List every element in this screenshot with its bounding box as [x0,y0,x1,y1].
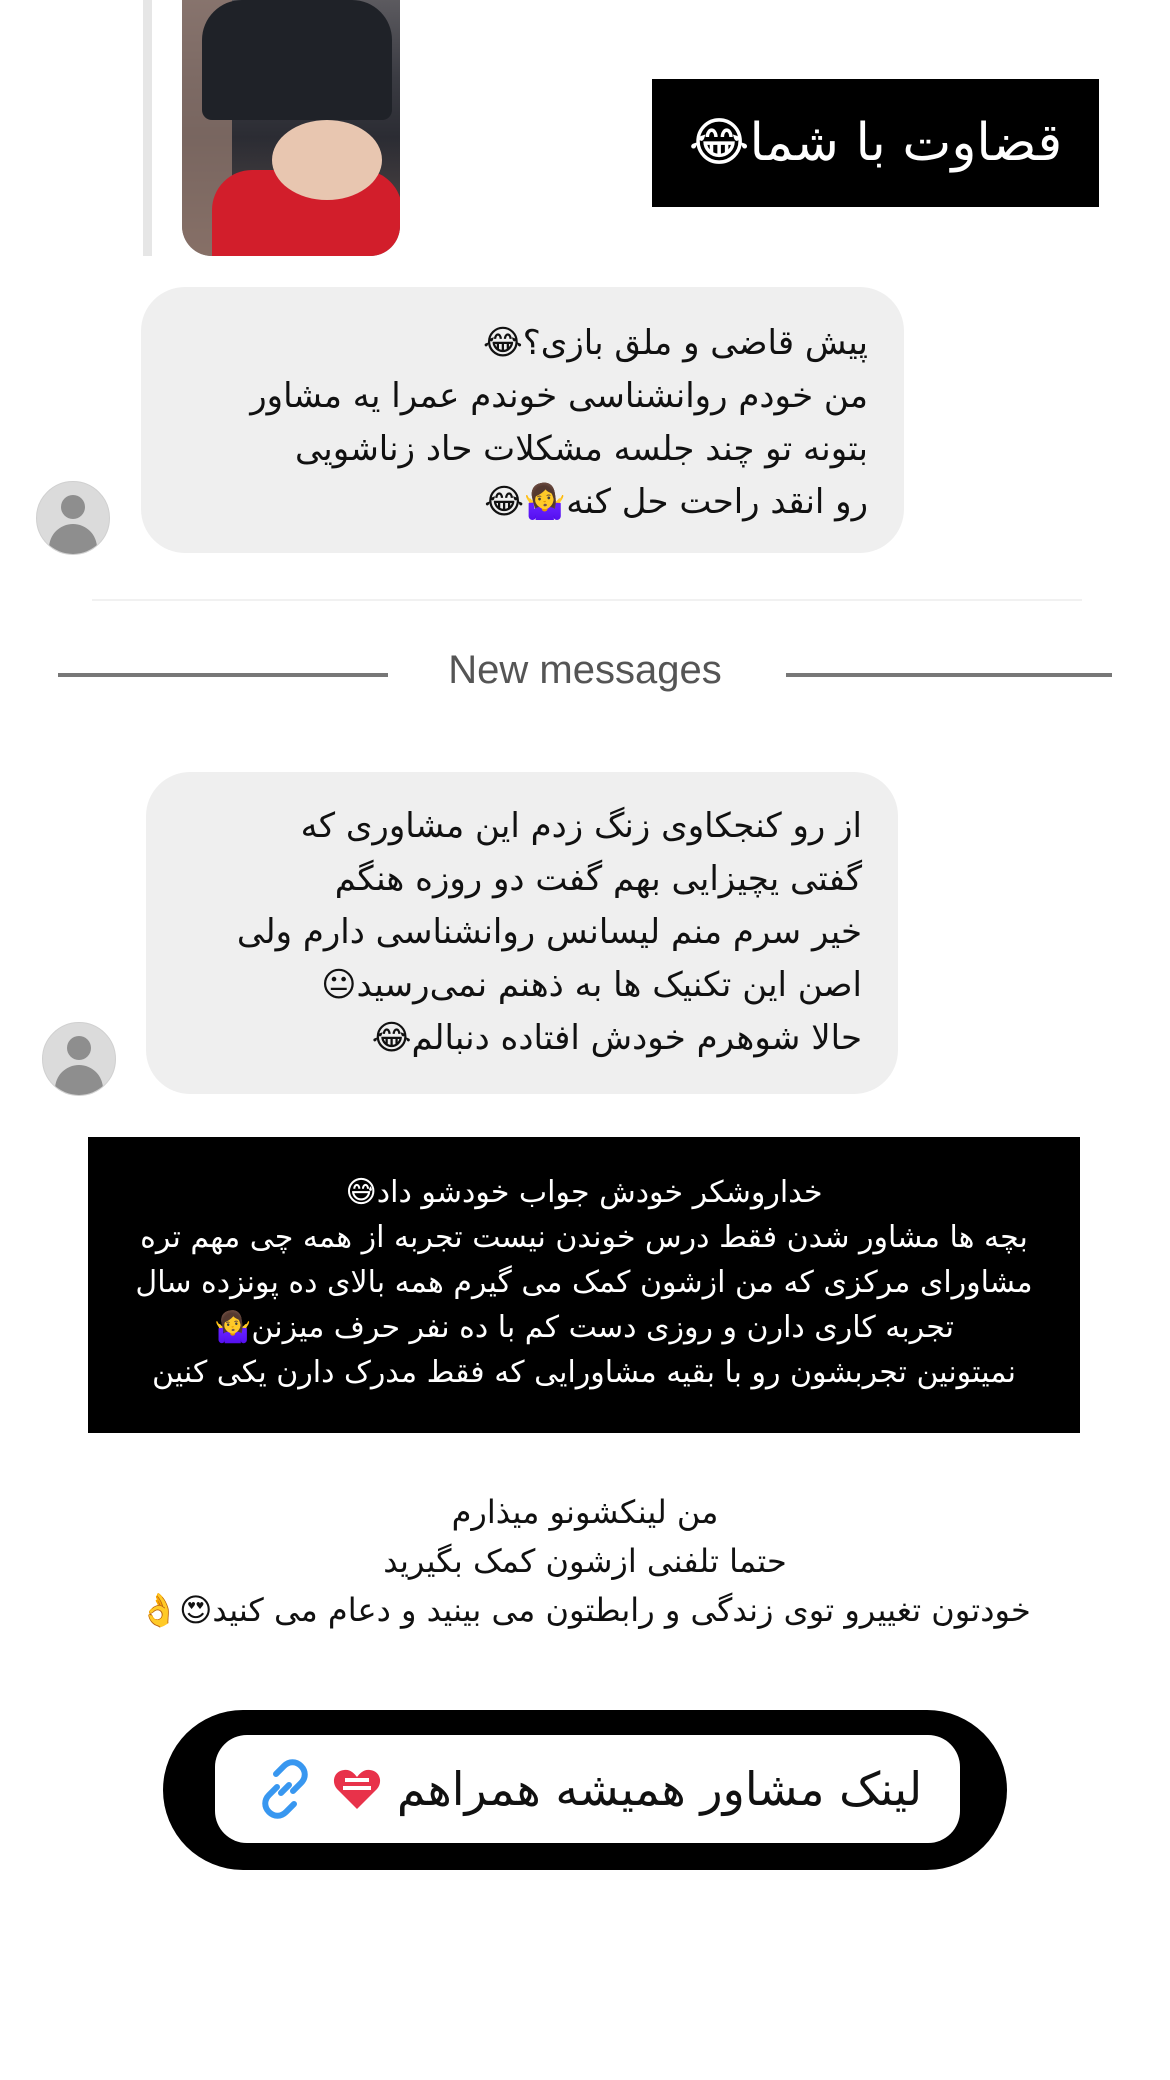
message-1-line: پیش قاضی و ملق بازی؟😂 [483,323,868,363]
sender-avatar[interactable] [42,1022,116,1096]
new-messages-line-right [786,673,1112,677]
heart-icon [333,1769,380,1809]
avatar-head-icon [61,495,85,519]
message-1-line: من خودم روانشناسی خوندم عمرا یه مشاور [250,376,868,416]
caption-line: من لینکشونو میذارم [451,1493,719,1531]
overlay-top-text: قضاوت با شما😂 [688,113,1063,173]
reply-quote-bar [143,0,152,256]
caption-line: حتما تلفنی ازشون کمک بگیرید [383,1542,787,1580]
overlay-middle-line: بچه ها مشاور شدن فقط درس خوندن نیست تجرب… [140,1220,1028,1255]
message-bubble-1[interactable]: پیش قاضی و ملق بازی؟😂 من خودم روانشناسی … [141,287,904,553]
caption-line: خودتون تغییرو توی زندگی و رابطتون می بین… [139,1591,1031,1629]
message-2-line: گفتی یچیزایی بهم گفت دو روزه هنگم [334,859,862,899]
overlay-middle-line: مشاورای مرکزی که من ازشون کمک می گیرم هم… [135,1265,1033,1300]
link-sticker-label: لینک مشاور همیشه همراهم [396,1762,923,1816]
message-2-line: اصن این تکنیک ها به ذهنم نمی‌رسید😐 [321,965,862,1005]
shared-photo[interactable] [182,0,400,256]
avatar-body-icon [55,1065,103,1095]
story-text-overlay-middle: خداروشکر خودش جواب خودشو داد😅 بچه ها مشا… [88,1137,1080,1433]
message-2-line: حالا شوهرم خودش افتاده دنبالم😂 [371,1018,862,1058]
link-sticker[interactable]: لینک مشاور همیشه همراهم [215,1735,960,1843]
avatar-head-icon [67,1036,91,1060]
message-1-line: رو انقد راحت حل کنه🤷‍♀️😂 [484,482,868,522]
message-1-line: بتونه تو چند جلسه مشکلات حاد زناشویی [294,429,868,469]
link-icon [262,1759,308,1819]
message-2-line: از رو کنجکاوی زنگ زدم این مشاوری که [300,806,862,846]
story-text-overlay-top: قضاوت با شما😂 [652,79,1099,207]
new-messages-label: New messages [448,648,722,692]
overlay-middle-line: خداروشکر خودش جواب خودشو داد😅 [345,1175,823,1210]
story-caption: من لینکشونو میذارم حتما تلفنی ازشون کمک … [60,1488,1110,1635]
section-divider [92,599,1082,601]
sender-avatar[interactable] [36,481,110,555]
overlay-middle-line: تجربه کاری دارن و روزی دست کم با ده نفر … [214,1310,954,1345]
avatar-body-icon [49,524,97,554]
message-bubble-2[interactable]: از رو کنجکاوی زنگ زدم این مشاوری که گفتی… [146,772,898,1094]
new-messages-line-left [58,673,388,677]
message-2-line: خیر سرم منم لیسانس روانشناسی دارم ولی [236,912,862,952]
overlay-middle-line: نمیتونین تجربشون رو با بقیه مشاورایی که … [152,1355,1016,1390]
